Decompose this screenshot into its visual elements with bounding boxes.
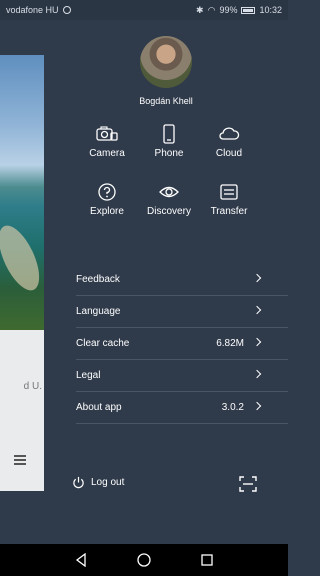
help-circle-icon [98,183,116,201]
logout-button[interactable]: Log out [72,476,124,489]
menu-item-feedback[interactable]: Feedback [76,264,288,296]
phone-icon [163,124,175,144]
clock: 10:32 [259,5,282,15]
avatar[interactable] [140,36,192,88]
menu-item-label: Legal [76,370,101,381]
chevron-right-icon [252,337,262,347]
app-version-value: 3.0.2 [221,402,244,413]
chevron-right-icon [252,273,262,283]
logout-label: Log out [91,477,125,488]
battery-icon [241,6,256,14]
grid-item-explore[interactable]: Explore [72,182,142,217]
back-icon[interactable] [74,553,88,567]
scan-icon[interactable] [239,476,257,492]
chevron-right-icon [252,305,262,315]
grid-item-cloud[interactable]: Cloud [194,124,264,159]
android-navigation-bar [0,544,288,576]
notification-icon [62,6,71,14]
list-icon[interactable] [14,455,26,465]
settings-menu: Feedback Language Clear cache 6.82M Lega… [76,264,288,424]
menu-item-legal[interactable]: Legal [76,360,288,392]
home-icon[interactable] [137,553,151,567]
wifi-icon: ◠ [207,4,216,15]
cache-size-value: 6.82M [216,338,244,349]
grid-label: Transfer [210,206,248,217]
app-screen: vodafone HU ✱ ◠ 99% 10:32 d U. Bogdán Kh… [0,0,288,576]
grid-label: Phone [154,148,184,159]
transfer-icon [220,184,238,200]
grid-label: Explore [90,206,124,217]
chevron-right-icon [252,401,262,411]
camera-icon [96,126,118,141]
grid-label: Cloud [215,148,243,159]
menu-item-about-app[interactable]: About app 3.0.2 [76,392,288,424]
cloud-icon [219,127,240,140]
menu-item-language[interactable]: Language [76,296,288,328]
battery-label: 99% [219,5,238,15]
power-icon [73,476,84,489]
carrier-label: vodafone HU [6,5,59,15]
status-bar: vodafone HU ✱ ◠ 99% 10:32 [0,0,288,20]
chevron-right-icon [252,369,262,379]
grid-item-transfer[interactable]: Transfer [194,182,264,217]
grid-label: Discovery [147,206,191,217]
menu-item-label: Clear cache [76,338,130,349]
menu-item-clear-cache[interactable]: Clear cache 6.82M [76,328,288,360]
menu-item-label: Language [76,306,121,317]
bluetooth-icon: ✱ [196,4,204,15]
eye-icon [159,186,179,198]
background-text: d U. [23,381,42,392]
grid-label: Camera [89,148,125,159]
profile-name: Bogdán Khell [139,96,193,106]
grid-item-camera[interactable]: Camera [72,124,142,159]
background-content-panel[interactable]: d U. [0,55,44,491]
recents-icon[interactable] [200,553,214,567]
menu-item-label: Feedback [76,274,120,285]
menu-item-label: About app [76,402,122,413]
